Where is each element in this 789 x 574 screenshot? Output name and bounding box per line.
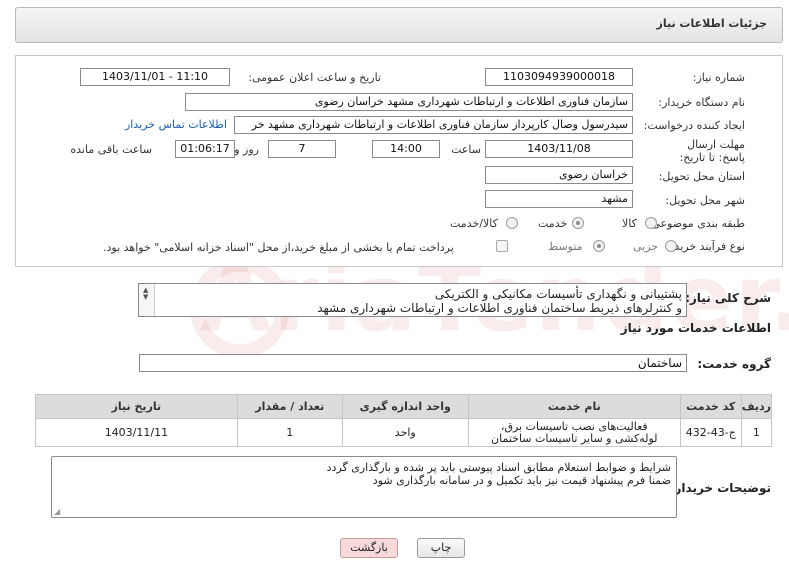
buyer-notes-line-1: شرایط و ضوابط استعلام مطابق اسناد پیوستی… [326, 461, 671, 474]
services-table-header: ردیف کد خدمت نام خدمت واحد اندازه گیری ت… [35, 394, 773, 419]
service-group-field[interactable]: ساختمان [139, 354, 687, 372]
cell-date: 1403/11/11 [35, 418, 238, 447]
col-qty: تعداد / مقدار [236, 394, 343, 419]
summary-line-2: و کنترلرهای ذیربط ساختمان فناوری اطلاعات… [317, 301, 682, 315]
col-date: تاریخ نیاز [35, 394, 238, 419]
province-field[interactable]: خراسان رضوی [485, 166, 633, 184]
deadline-label: مهلت ارسال پاسخ: تا تاریخ: [679, 138, 745, 164]
category-label: طبقه بندی موضوعی: [647, 217, 745, 230]
col-code: کد خدمت [679, 394, 742, 419]
scroll-down-icon[interactable]: ▼ [143, 293, 148, 301]
services-table: ردیف کد خدمت نام خدمت واحد اندازه گیری ت… [35, 394, 773, 447]
requester-label: ایجاد کننده درخواست: [643, 119, 745, 132]
category-goods-radio[interactable] [645, 217, 657, 229]
col-index: ردیف [740, 394, 773, 419]
category-goods-service-label: کالا/خدمت [450, 217, 498, 230]
process-medium-label: متوسط [548, 240, 583, 253]
process-minor-radio[interactable] [665, 240, 677, 252]
cell-code: ج-43-432 [679, 418, 742, 447]
cell-unit: واحد [341, 418, 469, 447]
announce-label: تاریخ و ساعت اعلان عمومی: [248, 71, 381, 84]
province-label: استان محل تحویل: [658, 170, 745, 183]
cell-index: 1 [740, 418, 773, 447]
buyer-notes-label: توضیحات خریدار: [669, 481, 771, 495]
table-row[interactable]: 1 ج-43-432 فعالیت‌های نصب تاسیسات برق، ل… [35, 418, 773, 447]
remaining-time-field[interactable]: 01:06:17 [175, 140, 235, 158]
need-number-field[interactable]: 1103094939000018 [485, 68, 633, 86]
page-title: جزئیات اطلاعات نیاز [656, 17, 768, 30]
deadline-time-label: ساعت [451, 143, 481, 156]
treasury-checkbox[interactable] [496, 240, 508, 252]
resize-grip-icon[interactable]: ◢ [54, 507, 60, 516]
col-unit: واحد اندازه گیری [341, 394, 469, 419]
process-medium-radio[interactable] [593, 240, 605, 252]
category-goods-label: کالا [622, 217, 637, 230]
need-number-label: شماره نیاز: [692, 71, 745, 84]
city-label: شهر محل تحویل: [665, 194, 745, 207]
city-field[interactable]: مشهد [485, 190, 633, 208]
days-label: روز و [234, 143, 259, 156]
back-button[interactable]: بازگشت [340, 538, 398, 558]
summary-label: شرح کلی نیاز: [685, 291, 771, 305]
deadline-time-field[interactable]: 14:00 [372, 140, 440, 158]
summary-textarea[interactable]: ▲ ▼ پشتیبانی و نگهداری تأسیسات مکانیکی و… [138, 283, 687, 317]
buyer-org-field[interactable]: سازمان فناوری اطلاعات و ارتباطات شهرداری… [185, 93, 633, 111]
requester-field[interactable]: سیدرسول وصال کارپرداز سازمان فناوری اطلا… [234, 116, 633, 134]
remaining-label: ساعت باقی مانده [70, 143, 152, 156]
summary-scrollbar[interactable]: ▲ ▼ [139, 284, 155, 316]
days-field[interactable]: 7 [268, 140, 336, 158]
service-group-label: گروه خدمت: [697, 357, 771, 371]
buyer-org-label: نام دستگاه خریدار: [658, 96, 745, 109]
announce-field[interactable]: 1403/11/01 - 11:10 [80, 68, 230, 86]
print-button[interactable]: چاپ [417, 538, 465, 558]
category-goods-service-radio[interactable] [506, 217, 518, 229]
buyer-notes-textarea[interactable]: شرایط و ضوابط استعلام مطابق اسناد پیوستی… [51, 456, 677, 518]
cell-name: فعالیت‌های نصب تاسیسات برق، لوله‌کشی و س… [467, 418, 681, 447]
services-section-title: اطلاعات خدمات مورد نیاز [620, 321, 771, 335]
category-service-label: خدمت [538, 217, 568, 230]
col-name: نام خدمت [467, 394, 681, 419]
payment-note: پرداخت تمام یا بخشی از مبلغ خرید،از محل … [103, 241, 454, 254]
buyer-notes-line-2: ضمنا فرم پیشنهاد قیمت نیز باید تکمیل و د… [372, 474, 671, 487]
process-minor-label: جزیی [633, 240, 659, 253]
category-service-radio[interactable] [572, 217, 584, 229]
contact-buyer-link[interactable]: اطلاعات تماس خریدار [125, 118, 227, 131]
cell-qty: 1 [236, 418, 343, 447]
summary-line-1: پشتیبانی و نگهداری تأسیسات مکانیکی و الک… [434, 287, 682, 301]
deadline-date-field[interactable]: 1403/11/08 [485, 140, 633, 158]
process-label: نوع فرآیند خرید : [667, 240, 745, 253]
